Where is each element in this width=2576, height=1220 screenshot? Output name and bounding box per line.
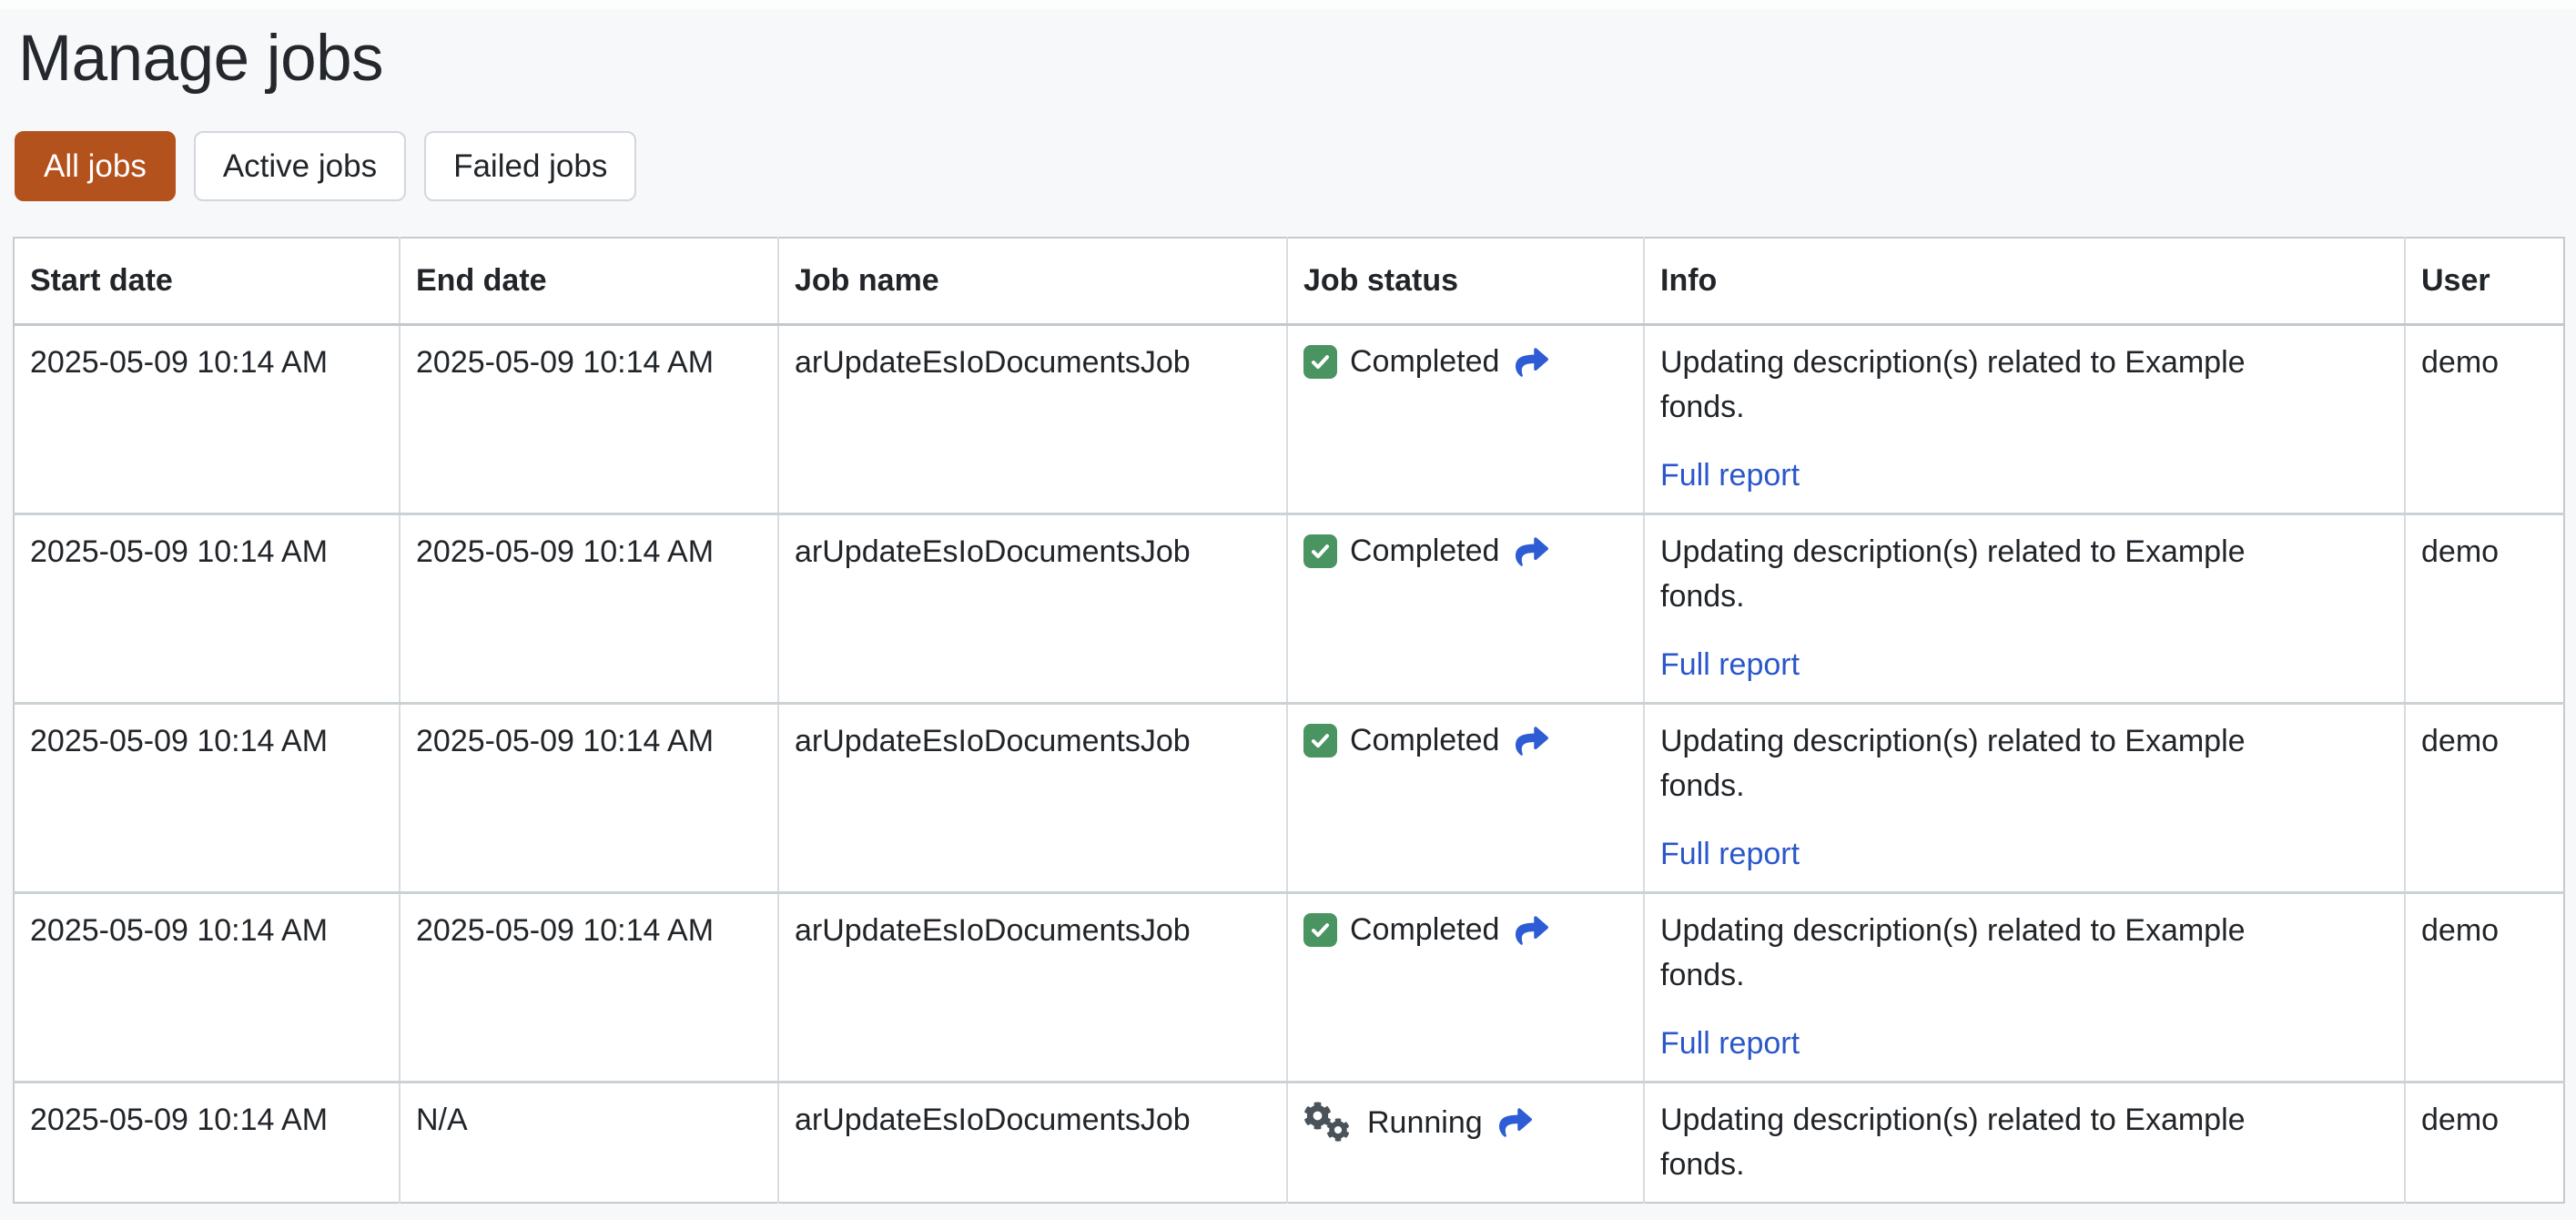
column-header-end-date: End date <box>399 238 778 325</box>
table-row: 2025-05-09 10:14 AM 2025-05-09 10:14 AM ar… <box>14 892 2564 1083</box>
job-status: Running <box>1303 1098 1628 1144</box>
cell-info: Updating description(s) related to Examp… <box>1643 513 2405 704</box>
cell-end-date: 2025-05-09 10:14 AM <box>399 892 778 1083</box>
cell-end-date: 2025-05-09 10:14 AM <box>399 324 778 514</box>
table-row: 2025-05-09 10:14 AM 2025-05-09 10:14 AM ar… <box>14 324 2564 514</box>
job-status-label: Completed <box>1350 534 1500 569</box>
full-report-link[interactable]: Full report <box>1660 837 1800 871</box>
cell-info: Updating description(s) related to Examp… <box>1643 703 2405 893</box>
cell-job-status: Running <box>1286 1082 1644 1204</box>
filter-button-failed-jobs[interactable]: Failed jobs <box>424 131 637 202</box>
cell-job-name: arUpdateEsIoDocumentsJob <box>777 1082 1287 1204</box>
column-header-user: User <box>2404 238 2564 325</box>
cell-end-date: 2025-05-09 10:14 AM <box>399 703 778 893</box>
job-status-label: Completed <box>1350 344 1500 380</box>
table-row: 2025-05-09 10:14 AM 2025-05-09 10:14 AM ar… <box>14 513 2564 704</box>
cell-start-date: 2025-05-09 10:14 AM <box>30 1103 329 1138</box>
report-row: Full report <box>1660 643 2388 687</box>
jobs-table: Start date End date Job name Job status Info… <box>13 237 2565 1205</box>
info-text: Updating description(s) related to Examp… <box>1660 534 2246 615</box>
column-header-job-name: Job name <box>777 238 1287 325</box>
full-report-link[interactable]: Full report <box>1660 458 1800 493</box>
check-square-icon <box>1303 345 1337 380</box>
cell-job-status: Completed <box>1286 892 1644 1083</box>
report-row: Full report <box>1660 1022 2388 1066</box>
check-square-icon <box>1303 534 1337 569</box>
column-header-start-date: Start date <box>30 263 173 299</box>
job-status: Completed <box>1303 719 1628 758</box>
share-arrow-icon[interactable] <box>1514 914 1550 947</box>
info-text: Updating description(s) related to Examp… <box>1660 345 2246 425</box>
cell-start-date: 2025-05-09 10:14 AM <box>30 345 329 381</box>
check-square-icon <box>1303 724 1337 758</box>
cell-job-name: arUpdateEsIoDocumentsJob <box>777 324 1287 514</box>
cell-user: demo <box>2404 324 2564 514</box>
column-header-job-status: Job status <box>1286 238 1644 325</box>
filter-button-all-jobs[interactable]: All jobs <box>15 131 176 202</box>
full-report-link[interactable]: Full report <box>1660 1026 1800 1061</box>
cell-user: demo <box>2404 1082 2564 1204</box>
report-row: Full report <box>1660 453 2388 498</box>
cell-job-status: Completed <box>1286 324 1644 514</box>
job-status-label: Completed <box>1350 912 1500 948</box>
cell-info: Updating description(s) related to Examp… <box>1643 892 2405 1083</box>
cell-job-status: Completed <box>1286 703 1644 893</box>
info-text: Updating description(s) related to Examp… <box>1660 913 2246 993</box>
job-filter-buttons: All jobs Active jobs Failed jobs <box>15 131 2563 202</box>
cell-user: demo <box>2404 513 2564 704</box>
job-status: Completed <box>1303 909 1628 948</box>
cell-start-date: 2025-05-09 10:14 AM <box>30 913 329 949</box>
cell-job-name: arUpdateEsIoDocumentsJob <box>777 703 1287 893</box>
cell-info: Updating description(s) related to Examp… <box>1643 324 2405 514</box>
cell-user: demo <box>2404 892 2564 1083</box>
check-square-icon <box>1303 913 1337 948</box>
info-text: Updating description(s) related to Examp… <box>1660 724 2246 804</box>
full-report-link[interactable]: Full report <box>1660 647 1800 682</box>
cell-info: Updating description(s) related to Examp… <box>1643 1082 2405 1204</box>
info-text: Updating description(s) related to Examp… <box>1660 1103 2246 1183</box>
job-status: Completed <box>1303 530 1628 569</box>
cell-user: demo <box>2404 703 2564 893</box>
job-status-label: Completed <box>1350 723 1500 758</box>
cell-job-name: arUpdateEsIoDocumentsJob <box>777 513 1287 704</box>
share-arrow-icon[interactable] <box>1514 346 1550 379</box>
cell-start-date: 2025-05-09 10:14 AM <box>30 724 329 759</box>
cell-end-date: 2025-05-09 10:14 AM <box>399 513 778 704</box>
table-row: 2025-05-09 10:14 AM 2025-05-09 10:14 AM ar… <box>14 703 2564 893</box>
share-arrow-icon[interactable] <box>1514 725 1550 757</box>
cell-job-status: Completed <box>1286 513 1644 704</box>
cell-job-name: arUpdateEsIoDocumentsJob <box>777 892 1287 1083</box>
job-status: Completed <box>1303 341 1628 380</box>
share-arrow-icon[interactable] <box>1514 535 1550 568</box>
job-status-label: Running <box>1367 1104 1483 1140</box>
column-header-info: Info <box>1643 238 2405 325</box>
cell-start-date: 2025-05-09 10:14 AM <box>30 534 329 570</box>
filter-button-active-jobs[interactable]: Active jobs <box>193 131 407 202</box>
gears-icon <box>1303 1102 1354 1144</box>
report-row: Full report <box>1660 832 2388 877</box>
table-row: 2025-05-09 10:14 AM N/A arUpdateEsIoDocume… <box>14 1082 2564 1204</box>
cell-end-date: N/A <box>399 1082 778 1204</box>
table-header-row: Start date End date Job name Job status Info… <box>14 238 2564 325</box>
share-arrow-icon[interactable] <box>1497 1106 1534 1139</box>
top-strip <box>0 0 2576 9</box>
manage-jobs-page: Manage jobs All jobs Active jobs Failed jo… <box>0 0 2576 1220</box>
page-title: Manage jobs <box>18 23 384 95</box>
